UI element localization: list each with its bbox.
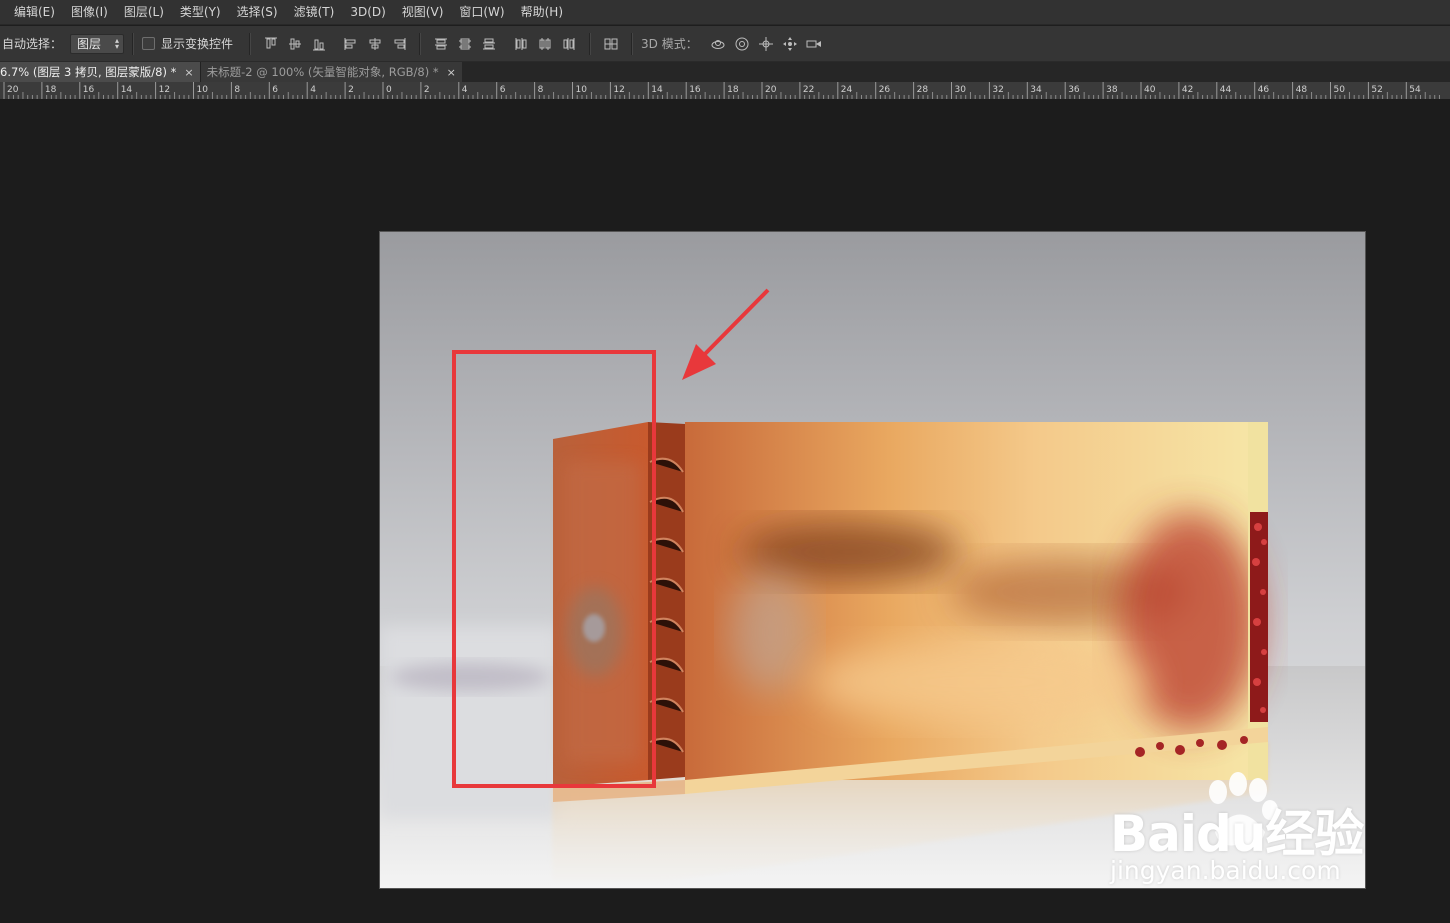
3d-roll-icon[interactable] [733, 35, 751, 53]
tab-document-1[interactable]: 6.7% (图层 3 拷贝, 图层蒙版/8) * × [0, 62, 200, 82]
ruler-label: 54 [1409, 85, 1421, 95]
ruler-label: 28 [917, 85, 929, 95]
ruler-label: 14 [121, 85, 133, 95]
align-left-edges-icon[interactable] [342, 35, 360, 53]
auto-select-value: 图层 [77, 37, 102, 51]
tab-document-2[interactable]: 未标题-2 @ 100% (矢量智能对象, RGB/8) * × [199, 62, 462, 82]
ruler-label: 2 [348, 85, 354, 95]
tab-label: 未标题-2 @ 100% (矢量智能对象, RGB/8) * [206, 65, 439, 79]
menu-select[interactable]: 选择(S) [229, 0, 286, 25]
ruler-label: 0 [386, 85, 392, 95]
ruler-label: 40 [1144, 85, 1156, 95]
ruler-label: 12 [159, 85, 170, 95]
ruler-label: 34 [1030, 85, 1042, 95]
divider [419, 32, 422, 55]
watermark-url: jingyan.baidu.com [1110, 856, 1341, 885]
auto-select-dropdown[interactable]: 图层 ▴ ▾ [70, 33, 125, 54]
ruler-label: 48 [1296, 85, 1308, 95]
3d-slide-icon[interactable] [781, 35, 799, 53]
horizontal-ruler[interactable]: 20 18 16 14 12 10 8 6 4 2 0 2 4 6 8 10 12 14 16 18 20 22 24 26 2… [0, 82, 1450, 100]
ruler-label: 12 [613, 85, 624, 95]
distribute-right-icon[interactable] [560, 35, 578, 53]
annotation-arrow-icon [682, 288, 770, 380]
align-bottom-edges-icon[interactable] [310, 35, 328, 53]
menu-layer[interactable]: 图层(L) [116, 0, 172, 25]
ruler-label: 4 [310, 85, 316, 95]
show-transform-checkbox[interactable] [142, 37, 156, 50]
menu-help[interactable]: 帮助(H) [513, 0, 571, 25]
document-tab-bar: 6.7% (图层 3 拷贝, 图层蒙版/8) * × 未标题-2 @ 100% … [0, 62, 1450, 82]
document-canvas[interactable]: Baidu经验 jingyan.baidu.com [380, 232, 1365, 888]
ruler-label: 14 [651, 85, 663, 95]
ruler-label: 6 [272, 85, 278, 95]
ruler-label: 42 [1182, 85, 1193, 95]
align-right-edges-icon[interactable] [390, 35, 408, 53]
ruler-label: 6 [500, 85, 506, 95]
menu-3d[interactable]: 3D(D) [342, 0, 393, 25]
divider [249, 32, 252, 55]
menu-image[interactable]: 图像(I) [63, 0, 116, 25]
auto-select-label: 自动选择： [2, 37, 63, 51]
ruler-label: 26 [879, 85, 891, 95]
menu-view[interactable]: 视图(V) [394, 0, 452, 25]
ruler-label: 8 [234, 85, 240, 95]
align-horizontal-centers-icon[interactable] [366, 35, 384, 53]
ruler-label: 46 [1258, 85, 1270, 95]
3d-pan-icon[interactable] [757, 35, 775, 53]
ruler-label: 10 [197, 85, 209, 95]
ruler-label: 32 [992, 85, 1003, 95]
menu-window[interactable]: 窗口(W) [451, 0, 512, 25]
tab-label: 6.7% (图层 3 拷贝, 图层蒙版/8) * [0, 65, 177, 79]
distribute-top-icon[interactable] [432, 35, 450, 53]
show-transform-label: 显示变换控件 [161, 37, 234, 51]
ruler-label: 18 [45, 85, 57, 95]
auto-align-layers-icon[interactable] [602, 35, 620, 53]
menu-type[interactable]: 类型(Y) [172, 0, 229, 25]
align-vertical-centers-icon[interactable] [286, 35, 304, 53]
distribute-vertical-centers-icon[interactable] [456, 35, 474, 53]
ruler-label: 44 [1220, 85, 1232, 95]
3d-rotate-icon[interactable] [709, 35, 727, 53]
ruler-label: 16 [689, 85, 701, 95]
ruler-label: 50 [1334, 85, 1346, 95]
ruler-label: 36 [1068, 85, 1080, 95]
ruler-label: 18 [727, 85, 739, 95]
ruler-label: 20 [7, 85, 19, 95]
ruler-label: 20 [765, 85, 777, 95]
divider [589, 32, 592, 55]
ruler-label: 30 [955, 85, 967, 95]
distribute-bottom-icon[interactable] [480, 35, 498, 53]
3d-mode-label: 3D 模式： [641, 37, 698, 51]
distribute-left-icon[interactable] [512, 35, 530, 53]
ruler-label: 22 [803, 85, 814, 95]
ruler-label: 38 [1106, 85, 1118, 95]
ruler-label: 2 [424, 85, 430, 95]
ruler-label: 52 [1371, 85, 1382, 95]
ruler-label: 16 [83, 85, 95, 95]
menu-bar: 编辑(E) 图像(I) 图层(L) 类型(Y) 选择(S) 滤镜(T) 3D(D… [0, 0, 1450, 25]
options-bar: 自动选择： 图层 ▴ ▾ 显示变换控件 3D 模式： [0, 26, 1450, 62]
close-icon[interactable]: × [184, 66, 193, 79]
canvas-artwork [380, 288, 1365, 888]
ruler-scale: 20 18 16 14 12 10 8 6 4 2 0 2 4 6 8 10 12 14 16 18 20 22 24 26 2… [3, 82, 1440, 99]
ruler-label: 8 [538, 85, 544, 95]
close-icon[interactable]: × [447, 66, 456, 79]
menu-filter[interactable]: 滤镜(T) [286, 0, 343, 25]
ruler-label: 4 [462, 85, 468, 95]
divider [631, 32, 634, 55]
menu-edit[interactable]: 编辑(E) [6, 0, 63, 25]
distribute-horizontal-centers-icon[interactable] [536, 35, 554, 53]
align-top-edges-icon[interactable] [262, 35, 280, 53]
3d-scale-icon[interactable] [805, 35, 823, 53]
divider [132, 32, 135, 55]
ruler-label: 10 [576, 85, 588, 95]
dropdown-arrows-icon: ▴ ▾ [115, 35, 120, 51]
ruler-label: 24 [841, 85, 853, 95]
